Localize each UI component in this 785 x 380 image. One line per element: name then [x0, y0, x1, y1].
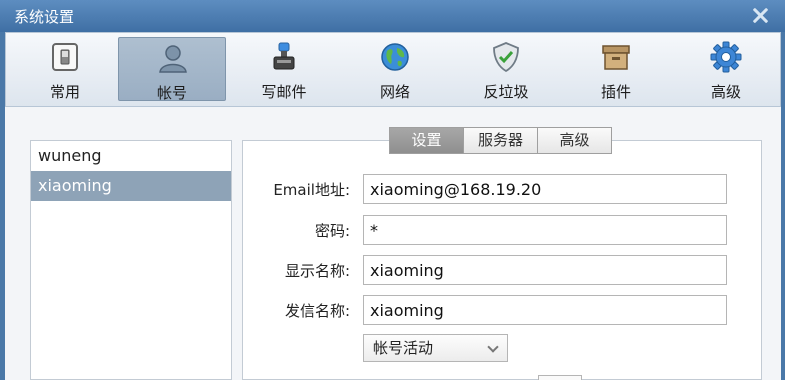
settings-content: wuneng xiaoming Email地址: 密码: 显示名称: 发信名称:… — [5, 107, 781, 380]
toolbar-label-general: 常用 — [49, 83, 80, 101]
window-title: 系统设置 — [14, 8, 75, 26]
toolbar-item-antispam[interactable]: 反垃圾 — [452, 37, 560, 101]
title-bar: 系统设置 — [0, 0, 785, 32]
sender-name-field[interactable] — [363, 295, 727, 325]
toolbar-item-account[interactable]: 帐号 — [118, 37, 226, 102]
toolbar-item-network[interactable]: 网络 — [341, 37, 449, 101]
display-name-row: 显示名称: — [243, 255, 763, 285]
toolbar-item-general[interactable]: 常用 — [11, 37, 119, 101]
user-icon — [159, 45, 187, 73]
display-name-field[interactable] — [363, 255, 727, 285]
email-row: Email地址: — [243, 174, 763, 204]
sender-name-row: 发信名称: — [243, 295, 763, 325]
settings-window: 系统设置 常用 帐号 写邮件 网络 反垃圾 插件 高级 wuneng xiaom… — [0, 0, 785, 380]
chevron-down-icon — [487, 341, 499, 353]
account-status-value: 帐号活动 — [373, 339, 434, 357]
tab-settings[interactable]: 设置 — [389, 127, 464, 154]
password-row: 密码: — [243, 215, 763, 245]
toolbar-label-advanced: 高级 — [710, 83, 741, 101]
box-icon — [602, 45, 630, 70]
gear-icon — [710, 41, 742, 73]
email-label: Email地址: — [273, 181, 350, 199]
toolbar-item-advanced[interactable]: 高级 — [672, 37, 780, 101]
globe-icon — [381, 43, 409, 71]
close-icon[interactable] — [749, 4, 773, 28]
sender-name-label: 发信名称: — [284, 302, 350, 320]
account-list: wuneng xiaoming — [30, 140, 232, 380]
toolbar-label-account: 帐号 — [156, 84, 187, 102]
toolbar-label-compose: 写邮件 — [261, 83, 307, 101]
settings-tabs: 设置 服务器 高级 — [389, 127, 612, 154]
partial-button[interactable] — [538, 375, 582, 380]
account-settings-panel: Email地址: 密码: 显示名称: 发信名称: 帐号活动 — [242, 140, 762, 380]
compose-icon — [273, 42, 295, 70]
switch-icon — [52, 43, 78, 71]
toolbar-label-network: 网络 — [379, 83, 410, 101]
tab-server[interactable]: 服务器 — [463, 127, 538, 154]
shield-icon — [493, 42, 519, 73]
display-name-label: 显示名称: — [284, 262, 350, 280]
email-field[interactable] — [363, 174, 727, 204]
password-field[interactable] — [363, 215, 727, 245]
account-status-select[interactable]: 帐号活动 — [363, 334, 508, 362]
toolbar-label-antispam: 反垃圾 — [483, 83, 529, 101]
password-label: 密码: — [314, 222, 350, 240]
toolbar-item-compose[interactable]: 写邮件 — [230, 37, 338, 101]
account-item-xiaoming[interactable]: xiaoming — [31, 171, 231, 201]
toolbar-label-plugins: 插件 — [600, 83, 631, 101]
account-item-wuneng[interactable]: wuneng — [31, 141, 231, 171]
tab-advanced[interactable]: 高级 — [537, 127, 612, 154]
toolbar: 常用 帐号 写邮件 网络 反垃圾 插件 高级 — [5, 32, 781, 107]
toolbar-item-plugins[interactable]: 插件 — [562, 37, 670, 101]
